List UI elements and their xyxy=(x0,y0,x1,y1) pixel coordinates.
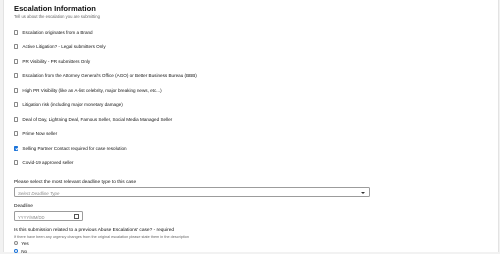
checkbox-label: Litigation risk (including major monetar… xyxy=(22,102,123,107)
checkbox-label: Escalation from the Attorney General's O… xyxy=(22,73,197,78)
checkbox-brand-origin[interactable]: Escalation originates from a Brand xyxy=(14,29,93,36)
radio-circle-selected[interactable] xyxy=(14,248,19,254)
checkbox-label: Prime Now seller xyxy=(22,131,58,136)
radio-no[interactable]: No xyxy=(14,248,27,254)
deadline-type-select[interactable]: Select Deadline Type xyxy=(14,187,370,197)
radio-label: Yes xyxy=(21,240,29,246)
checkbox-label: Selling Partner Contact required for cas… xyxy=(22,146,127,151)
abuse-question-label: Is this submission related to a previous… xyxy=(14,228,175,233)
checkbox-box[interactable] xyxy=(14,73,19,78)
section-title: Escalation Information xyxy=(14,4,96,13)
checkbox-box[interactable] xyxy=(14,117,19,122)
checkbox-box[interactable] xyxy=(14,160,19,165)
escalation-form-card: Escalation Information Tell us about the… xyxy=(3,0,499,254)
checkbox-box[interactable] xyxy=(14,30,19,35)
checkbox-label: Escalation originates from a Brand xyxy=(22,30,93,35)
checkbox-box-checked[interactable] xyxy=(14,146,19,151)
deadline-date-input[interactable]: YYYY/MM/DD xyxy=(14,211,83,221)
deadline-placeholder: YYYY/MM/DD xyxy=(18,214,45,220)
checkbox-label: High PR Visibility (like an A-list celeb… xyxy=(22,88,162,93)
checkbox-box[interactable] xyxy=(14,88,19,93)
checkbox-label: Active Litigation? - Legal submitters On… xyxy=(22,44,106,49)
caret-down-icon xyxy=(361,191,365,194)
calendar-icon[interactable] xyxy=(74,214,79,219)
checkbox-box[interactable] xyxy=(14,44,19,49)
checkbox-label: PR Visibility - PR submitters Only xyxy=(22,59,91,64)
checkbox-box[interactable] xyxy=(14,59,19,64)
deadline-type-placeholder: Select Deadline Type xyxy=(18,190,60,196)
checkbox-label: Deal of Day, Lightning Deal, Famous Sell… xyxy=(22,117,173,122)
abuse-question-hint: If there have been any urgency changes f… xyxy=(14,235,189,239)
radio-label: No xyxy=(21,248,28,254)
checkbox-high-pr-visibility[interactable]: High PR Visibility (like an A-list celeb… xyxy=(14,87,162,94)
checkbox-active-litigation[interactable]: Active Litigation? - Legal submitters On… xyxy=(14,43,106,50)
checkbox-litigation-risk[interactable]: Litigation risk (including major monetar… xyxy=(14,101,123,108)
checkbox-pr-visibility[interactable]: PR Visibility - PR submitters Only xyxy=(14,58,90,65)
checkbox-label: Covid-19 approved seller xyxy=(22,160,74,165)
radio-circle[interactable] xyxy=(14,240,19,246)
checkbox-deal-of-day[interactable]: Deal of Day, Lightning Deal, Famous Sell… xyxy=(14,116,172,123)
checkbox-ago-bbb[interactable]: Escalation from the Attorney General's O… xyxy=(14,72,197,79)
checkbox-covid-seller[interactable]: Covid-19 approved seller xyxy=(14,159,73,166)
section-subtitle: Tell us about the escalation you are sub… xyxy=(14,14,100,19)
checkbox-prime-now-seller[interactable]: Prime Now seller xyxy=(14,130,57,137)
radio-yes[interactable]: Yes xyxy=(14,240,29,246)
checkbox-box[interactable] xyxy=(14,102,19,107)
checkbox-selling-partner-contact[interactable]: Selling Partner Contact required for cas… xyxy=(14,145,127,152)
checkbox-box[interactable] xyxy=(14,131,19,136)
deadline-type-label: Please select the most relevant deadline… xyxy=(14,180,137,185)
deadline-label: Deadline xyxy=(14,204,33,209)
